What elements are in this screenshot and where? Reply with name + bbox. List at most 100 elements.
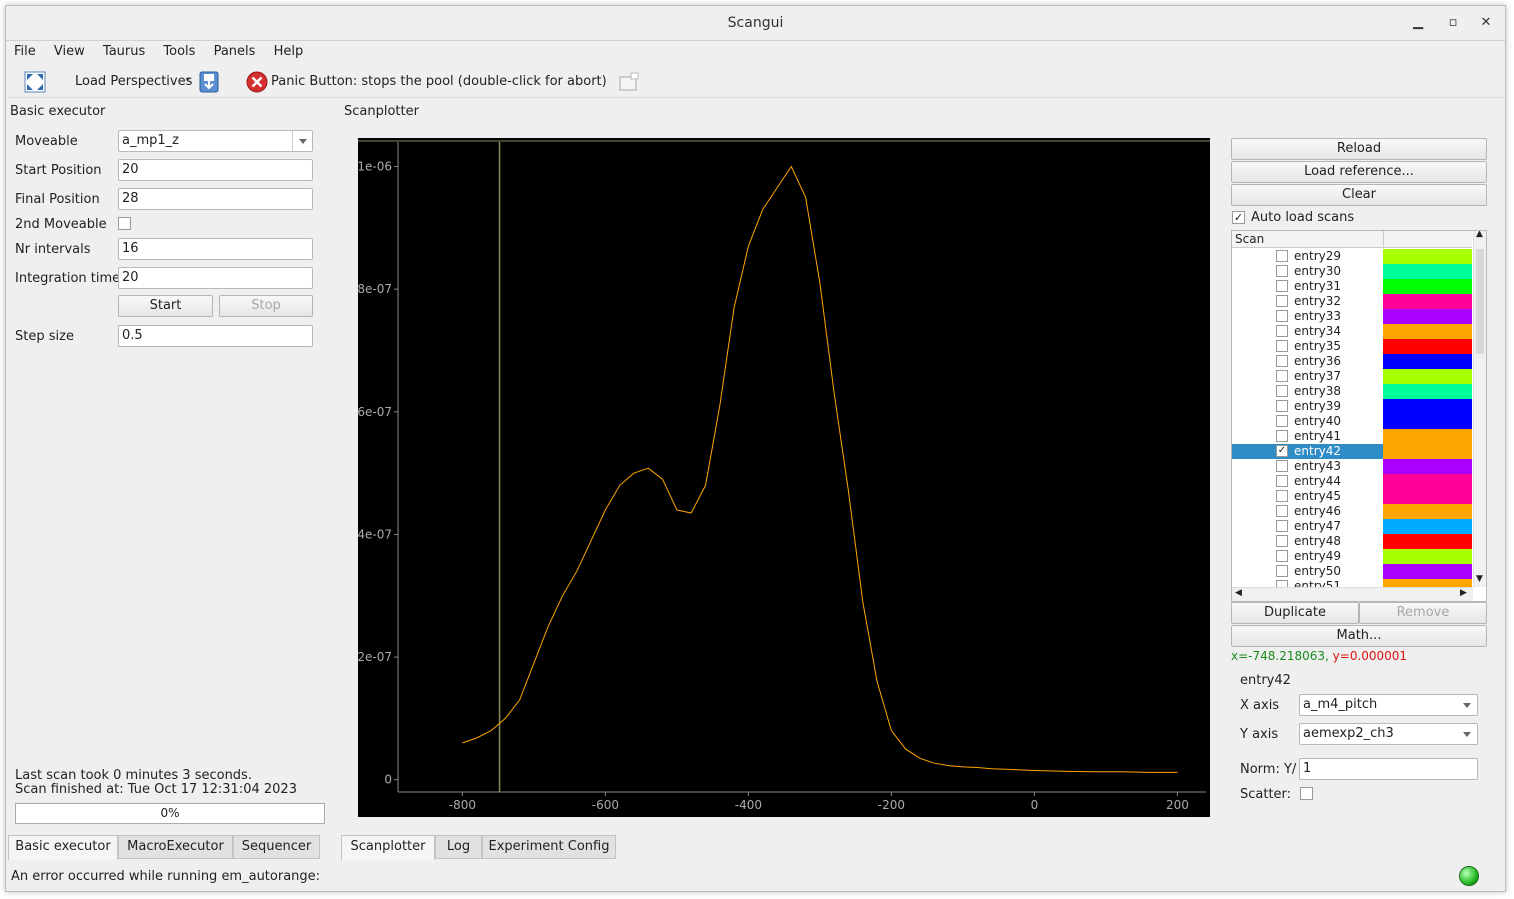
scan-checkbox[interactable] (1276, 385, 1288, 397)
scan-color-swatch[interactable] (1383, 264, 1472, 279)
step-size-input[interactable]: 0.5 (118, 325, 313, 347)
scan-color-swatch[interactable] (1383, 399, 1472, 414)
remove-button[interactable]: Remove (1359, 602, 1487, 624)
scan-color-swatch[interactable] (1383, 429, 1472, 444)
scan-checkbox[interactable] (1276, 520, 1288, 532)
scan-color-swatch[interactable] (1383, 294, 1472, 309)
moveable-select[interactable]: a_mp1_z (118, 130, 313, 152)
horizontal-scrollbar[interactable]: ◀ ▶ (1232, 587, 1473, 601)
scan-column-header[interactable]: Scan (1235, 232, 1264, 246)
minimize-icon[interactable]: ▁ (1408, 13, 1428, 33)
scan-checkbox[interactable] (1276, 415, 1288, 427)
scan-list-item[interactable]: entry39 (1232, 399, 1472, 414)
menu-tools[interactable]: Tools (157, 42, 201, 61)
scan-color-swatch[interactable] (1383, 489, 1472, 504)
tab-basic-executor[interactable]: Basic executor (8, 835, 118, 860)
scan-checkbox[interactable] (1276, 265, 1288, 277)
panic-icon[interactable] (246, 71, 268, 93)
panic-button[interactable]: Panic Button: stops the pool (double-cli… (271, 74, 607, 89)
norm-input[interactable]: 1 (1299, 758, 1478, 780)
scan-checkbox[interactable] (1276, 250, 1288, 262)
save-perspective-icon[interactable] (199, 71, 219, 93)
tab-experiment-config[interactable]: Experiment Config (482, 835, 616, 859)
scan-list-item[interactable]: entry36 (1232, 354, 1472, 369)
scan-list-item[interactable]: entry35 (1232, 339, 1472, 354)
maximize-icon[interactable]: ▫ (1443, 13, 1463, 33)
stop-button[interactable]: Stop (219, 295, 313, 317)
scrollbar-thumb[interactable] (1476, 249, 1484, 354)
scan-color-swatch[interactable] (1383, 369, 1472, 384)
scan-color-swatch[interactable] (1383, 324, 1472, 339)
scan-list-item[interactable]: entry45 (1232, 489, 1472, 504)
start-position-input[interactable]: 20 (118, 159, 313, 181)
scan-checkbox[interactable] (1276, 310, 1288, 322)
menu-taurus[interactable]: Taurus (97, 42, 151, 61)
scan-color-swatch[interactable] (1383, 519, 1472, 534)
scan-color-swatch[interactable] (1383, 459, 1472, 474)
scan-list-item[interactable]: entry31 (1232, 279, 1472, 294)
scan-checkbox[interactable] (1276, 490, 1288, 502)
fullscreen-icon[interactable] (24, 71, 46, 93)
scan-checkbox[interactable] (1276, 505, 1288, 517)
scan-list-item[interactable]: entry33 (1232, 309, 1472, 324)
scan-list-item[interactable]: entry50 (1232, 564, 1472, 579)
scan-color-swatch[interactable] (1383, 354, 1472, 369)
scan-list-item[interactable]: entry37 (1232, 369, 1472, 384)
vertical-scrollbar[interactable]: ▲ ▼ (1473, 231, 1486, 587)
scan-color-swatch[interactable] (1383, 444, 1472, 459)
scan-color-swatch[interactable] (1383, 309, 1472, 324)
scan-list-item[interactable]: entry38 (1232, 384, 1472, 399)
scatter-checkbox[interactable] (1300, 787, 1313, 800)
scan-list-item[interactable]: entry34 (1232, 324, 1472, 339)
close-icon[interactable]: ✕ (1476, 13, 1496, 33)
tab-scanplotter[interactable]: Scanplotter (341, 835, 435, 860)
scan-checkbox[interactable] (1276, 370, 1288, 382)
scan-list-item[interactable]: entry30 (1232, 264, 1472, 279)
scan-list-item[interactable]: entry46 (1232, 504, 1472, 519)
scan-list-item[interactable]: entry49 (1232, 549, 1472, 564)
load-reference-button[interactable]: Load reference... (1231, 161, 1487, 183)
scan-list-item[interactable]: entry29 (1232, 249, 1472, 264)
reload-button[interactable]: Reload (1231, 138, 1487, 160)
scan-color-swatch[interactable] (1383, 384, 1472, 399)
scan-list-item[interactable]: entry47 (1232, 519, 1472, 534)
intervals-input[interactable]: 16 (118, 238, 313, 260)
load-perspectives-button[interactable]: Load Perspectives (75, 74, 192, 89)
scan-checkbox[interactable] (1276, 460, 1288, 472)
scan-list-item[interactable]: entry32 (1232, 294, 1472, 309)
scan-list-item[interactable]: entry48 (1232, 534, 1472, 549)
scan-list-item[interactable]: entry40 (1232, 414, 1472, 429)
scan-checkbox[interactable] (1276, 340, 1288, 352)
menu-panels[interactable]: Panels (208, 42, 262, 61)
scan-list-item[interactable]: entry43 (1232, 459, 1472, 474)
x-axis-select[interactable]: a_m4_pitch (1299, 694, 1478, 716)
scan-checkbox[interactable] (1276, 295, 1288, 307)
new-panel-icon[interactable] (618, 72, 640, 92)
second-moveable-checkbox[interactable] (118, 217, 131, 230)
duplicate-button[interactable]: Duplicate (1231, 602, 1359, 624)
menu-help[interactable]: Help (268, 42, 310, 61)
scan-checkbox[interactable] (1276, 565, 1288, 577)
math-button[interactable]: Math... (1231, 625, 1487, 647)
scan-list-item[interactable]: entry41 (1232, 429, 1472, 444)
scan-color-swatch[interactable] (1383, 279, 1472, 294)
clear-button[interactable]: Clear (1231, 184, 1487, 206)
scan-color-swatch[interactable] (1383, 504, 1472, 519)
tab-sequencer[interactable]: Sequencer (233, 835, 320, 859)
scan-list[interactable]: Scan entry29 entry30 entry31 entry32 entry33… (1231, 230, 1487, 602)
tab-macro-executor[interactable]: MacroExecutor (118, 835, 233, 859)
scroll-down-icon[interactable]: ▼ (1476, 574, 1483, 584)
scan-checkbox[interactable] (1276, 475, 1288, 487)
scan-checkbox[interactable] (1276, 400, 1288, 412)
scan-list-item[interactable]: entry44 (1232, 474, 1472, 489)
integration-time-input[interactable]: 20 (118, 267, 313, 289)
scroll-up-icon[interactable]: ▲ (1476, 231, 1483, 239)
scan-checkbox[interactable] (1276, 280, 1288, 292)
menu-file[interactable]: File (8, 42, 42, 61)
auto-load-checkbox[interactable]: ✓ (1232, 211, 1245, 224)
plot-canvas[interactable]: 0 2e-07 4e-07 6e-07 8e-07 1e-06 -800 -600 -400 -2… (357, 138, 1210, 817)
scan-plot[interactable]: 0 2e-07 4e-07 6e-07 8e-07 1e-06 -800 -600 -400 -2… (357, 138, 1210, 817)
tab-log[interactable]: Log (435, 835, 482, 859)
scroll-right-icon[interactable]: ▶ (1460, 588, 1467, 598)
menu-view[interactable]: View (48, 42, 91, 61)
